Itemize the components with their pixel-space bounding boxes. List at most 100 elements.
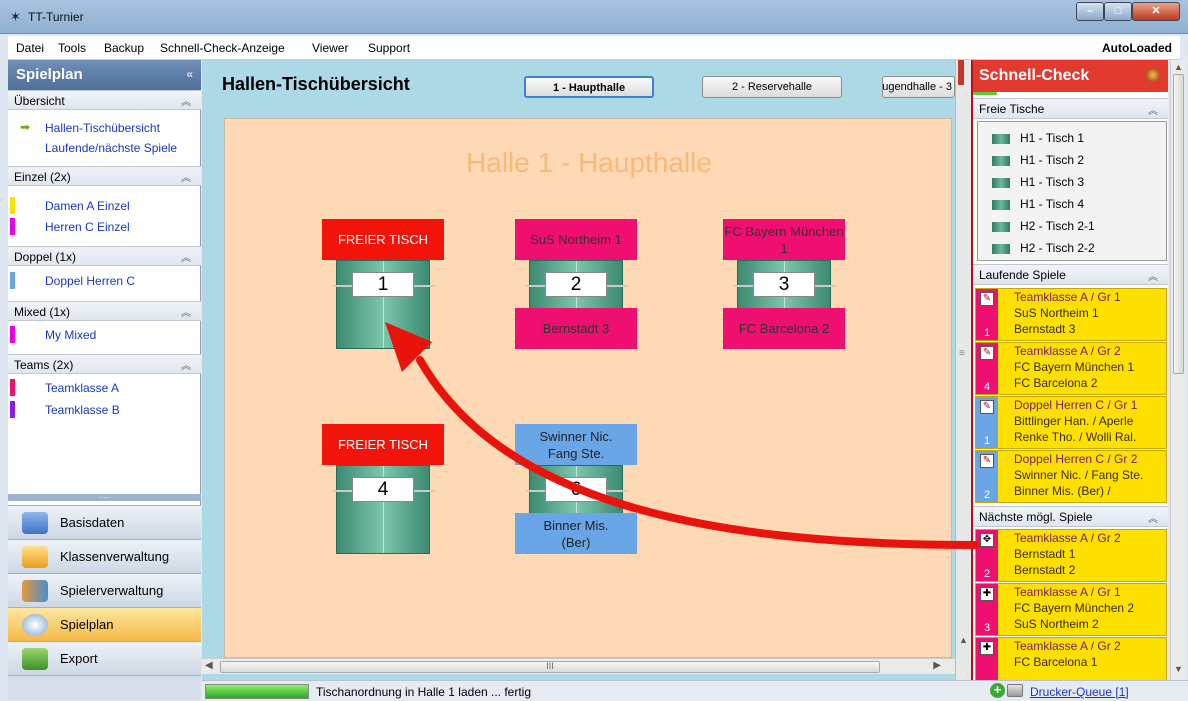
sidebar-item-herren-c-einzel[interactable]: Herren C Einzel (8, 217, 201, 237)
free-table-item[interactable]: H1 - Tisch 3 (992, 175, 1084, 189)
running-match-card[interactable]: ✎ 2 Doppel Herren C / Gr 2 Swinner Nic. /… (975, 450, 1167, 503)
drag-move-icon[interactable]: ✥ (980, 533, 994, 547)
group-teams[interactable]: Teams (2x) ︽ (8, 354, 201, 374)
running-match-card[interactable]: ✎ 4 Teamklasse A / Gr 2 FC Bayern München… (975, 342, 1167, 395)
sidebar-item-doppel-herren-c[interactable]: Doppel Herren C (8, 271, 201, 291)
printer-icon[interactable] (1007, 684, 1023, 697)
menu-backup[interactable]: Backup (104, 41, 144, 55)
chevron-up-icon[interactable]: ︽ (181, 169, 191, 184)
tab-haupthalle[interactable]: 1 - Haupthalle (524, 76, 654, 98)
sidebar-item-label: My Mixed (45, 328, 97, 342)
group-uebersicht[interactable]: Übersicht ︽ (8, 90, 201, 110)
table-bottom-label: Bernstadt 3 (515, 308, 637, 349)
nav-basisdaten[interactable]: Basisdaten (8, 505, 201, 539)
group-mixed[interactable]: Mixed (1x) ︽ (8, 301, 201, 321)
match-player-1: Bernstadt 1 (1014, 547, 1076, 561)
scroll-thumb[interactable]: III (220, 661, 880, 673)
right-vertical-scrollbar[interactable]: ▲ ▼ (1170, 60, 1186, 680)
sidebar-item-laufende-naechste-spiele[interactable]: Laufende/nächste Spiele (8, 138, 201, 158)
tab-reservehalle[interactable]: 2 - Reservehalle (702, 76, 842, 98)
sidebar-item-my-mixed[interactable]: My Mixed (8, 325, 201, 345)
table-6[interactable]: 6 Swinner Nic. Fang Ste. Binner Mis. (Be… (515, 424, 637, 554)
chevron-up-icon[interactable]: ︽ (1148, 268, 1158, 283)
sidebar-item-label: Teamklasse B (45, 403, 120, 417)
group-einzel[interactable]: Einzel (2x) ︽ (8, 166, 201, 186)
free-table-item[interactable]: H2 - Tisch 2-1 (992, 219, 1095, 233)
panel-splitter[interactable]: ≡ ▲ (955, 60, 971, 680)
sidebar-item-teamklasse-a[interactable]: Teamklasse A (8, 378, 201, 398)
chevron-up-icon[interactable]: ︽ (181, 93, 191, 108)
nav-spielerverwaltung[interactable]: Spielerverwaltung (8, 573, 201, 607)
clock-icon (22, 614, 48, 636)
group-doppel[interactable]: Doppel (1x) ︽ (8, 246, 201, 266)
scroll-right-icon[interactable]: ▶ (933, 660, 941, 671)
maximize-button[interactable]: □ (1104, 2, 1132, 21)
table-number: 2 (983, 568, 991, 580)
match-player-1: FC Bayern München 1 (1014, 360, 1135, 374)
table-top-label: Swinner Nic. Fang Ste. (515, 424, 637, 465)
next-match-card[interactable]: ✚ 3 Teamklasse A / Gr 1 FC Bayern München… (975, 583, 1167, 636)
chevron-up-icon[interactable]: ︽ (181, 357, 191, 372)
menu-tools[interactable]: Tools (58, 41, 86, 55)
menu-bar: Datei Tools Backup Schnell-Check-Anzeige… (8, 36, 1180, 60)
table-2[interactable]: SuS Northeim 1 Bernstadt 3 2 (515, 219, 637, 349)
next-match-card[interactable]: ✚ Teamklasse A / Gr 2 FC Barcelona 1 (975, 637, 1167, 680)
scroll-left-icon[interactable]: ◀ (205, 660, 213, 671)
menu-schnell-check-anzeige[interactable]: Schnell-Check-Anzeige (160, 41, 285, 55)
move-icon[interactable]: ✚ (980, 587, 994, 601)
load-progress-bar (205, 684, 309, 699)
free-table-item[interactable]: H1 - Tisch 2 (992, 153, 1084, 167)
chevron-up-icon[interactable]: ︽ (181, 249, 191, 264)
nav-spielplan[interactable]: Spielplan (8, 607, 201, 641)
chevron-up-icon[interactable]: ︽ (1148, 510, 1158, 525)
move-icon[interactable]: ✚ (980, 641, 994, 655)
free-table-item[interactable]: H2 - Tisch 2-2 (992, 241, 1095, 255)
group-naechste-spiele[interactable]: Nächste mögl. Spiele ︽ (973, 506, 1168, 527)
scroll-thumb[interactable] (1173, 74, 1184, 374)
menu-datei[interactable]: Datei (16, 41, 44, 55)
match-color-strip: ✎ 1 (976, 289, 998, 340)
table-1[interactable]: FREIER TISCH 1 (322, 219, 444, 349)
sidebar-item-damen-a-einzel[interactable]: Damen A Einzel (8, 196, 201, 216)
table-3[interactable]: FC Bayern München 1 FC Barcelona 2 3 (723, 219, 845, 349)
sidebar-splitter[interactable]: ..... (8, 492, 201, 501)
menu-support[interactable]: Support (368, 41, 410, 55)
chevron-up-icon[interactable]: ︽ (181, 304, 191, 319)
free-table-item[interactable]: H1 - Tisch 4 (992, 197, 1084, 211)
scroll-up-icon[interactable]: ▲ (1174, 62, 1183, 72)
chevron-up-icon[interactable]: ︽ (1148, 102, 1158, 117)
table-icon (992, 221, 1010, 232)
scroll-up-icon[interactable]: ▲ (959, 635, 968, 645)
nav-klassenverwaltung[interactable]: Klassenverwaltung (8, 539, 201, 573)
table-4[interactable]: FREIER TISCH 4 (322, 424, 444, 554)
scroll-down-icon[interactable]: ▼ (1174, 664, 1183, 674)
collapse-sidebar-icon[interactable]: « (186, 67, 193, 81)
match-running-icon: ✎ (980, 400, 994, 414)
sidebar-item-hallen-tischuebersicht[interactable]: ➡ Hallen-Tischübersicht (8, 118, 201, 138)
free-table-label: H1 - Tisch 2 (1020, 153, 1085, 167)
group-freie-tische[interactable]: Freie Tische ︽ (973, 98, 1168, 119)
minimize-button[interactable]: – (1076, 2, 1104, 21)
tab-jugendhalle[interactable]: 3 - Jugendhalle (882, 76, 955, 98)
schnell-check-header: Schnell-Check (973, 60, 1168, 92)
match-player-1: Bittlinger Han. / Aperle (1014, 414, 1134, 428)
horizontal-scrollbar[interactable]: ◀ III ▶ (202, 658, 955, 674)
schnell-check-grip[interactable] (958, 60, 964, 85)
close-button[interactable]: ✕ (1132, 2, 1180, 21)
table-top-label: FC Bayern München 1 (723, 219, 845, 260)
next-match-card[interactable]: ✥ 2 Teamklasse A / Gr 2 Bernstadt 1 Berns… (975, 529, 1167, 582)
printer-queue-link[interactable]: Drucker-Queue [1] (1030, 685, 1129, 699)
sidebar-item-teamklasse-b[interactable]: Teamklasse B (8, 400, 201, 420)
menu-viewer[interactable]: Viewer (312, 41, 348, 55)
refresh-icon[interactable] (1146, 68, 1160, 82)
schnell-check-panel: Schnell-Check Freie Tische ︽ H1 - Tisch 1… (971, 60, 1168, 680)
match-group: Teamklasse A / Gr 1 (1014, 290, 1121, 304)
match-group: Teamklasse A / Gr 2 (1014, 344, 1121, 358)
group-laufende-spiele[interactable]: Laufende Spiele ︽ (973, 264, 1168, 285)
running-match-card[interactable]: ✎ 1 Teamklasse A / Gr 1 SuS Northeim 1 Be… (975, 288, 1167, 341)
add-icon[interactable]: + (990, 683, 1005, 698)
running-match-card[interactable]: ✎ 1 Doppel Herren C / Gr 1 Bittlinger Han… (975, 396, 1167, 449)
free-table-item[interactable]: H1 - Tisch 1 (992, 131, 1084, 145)
nav-export[interactable]: Export (8, 641, 201, 675)
table-top-label: SuS Northeim 1 (515, 219, 637, 260)
